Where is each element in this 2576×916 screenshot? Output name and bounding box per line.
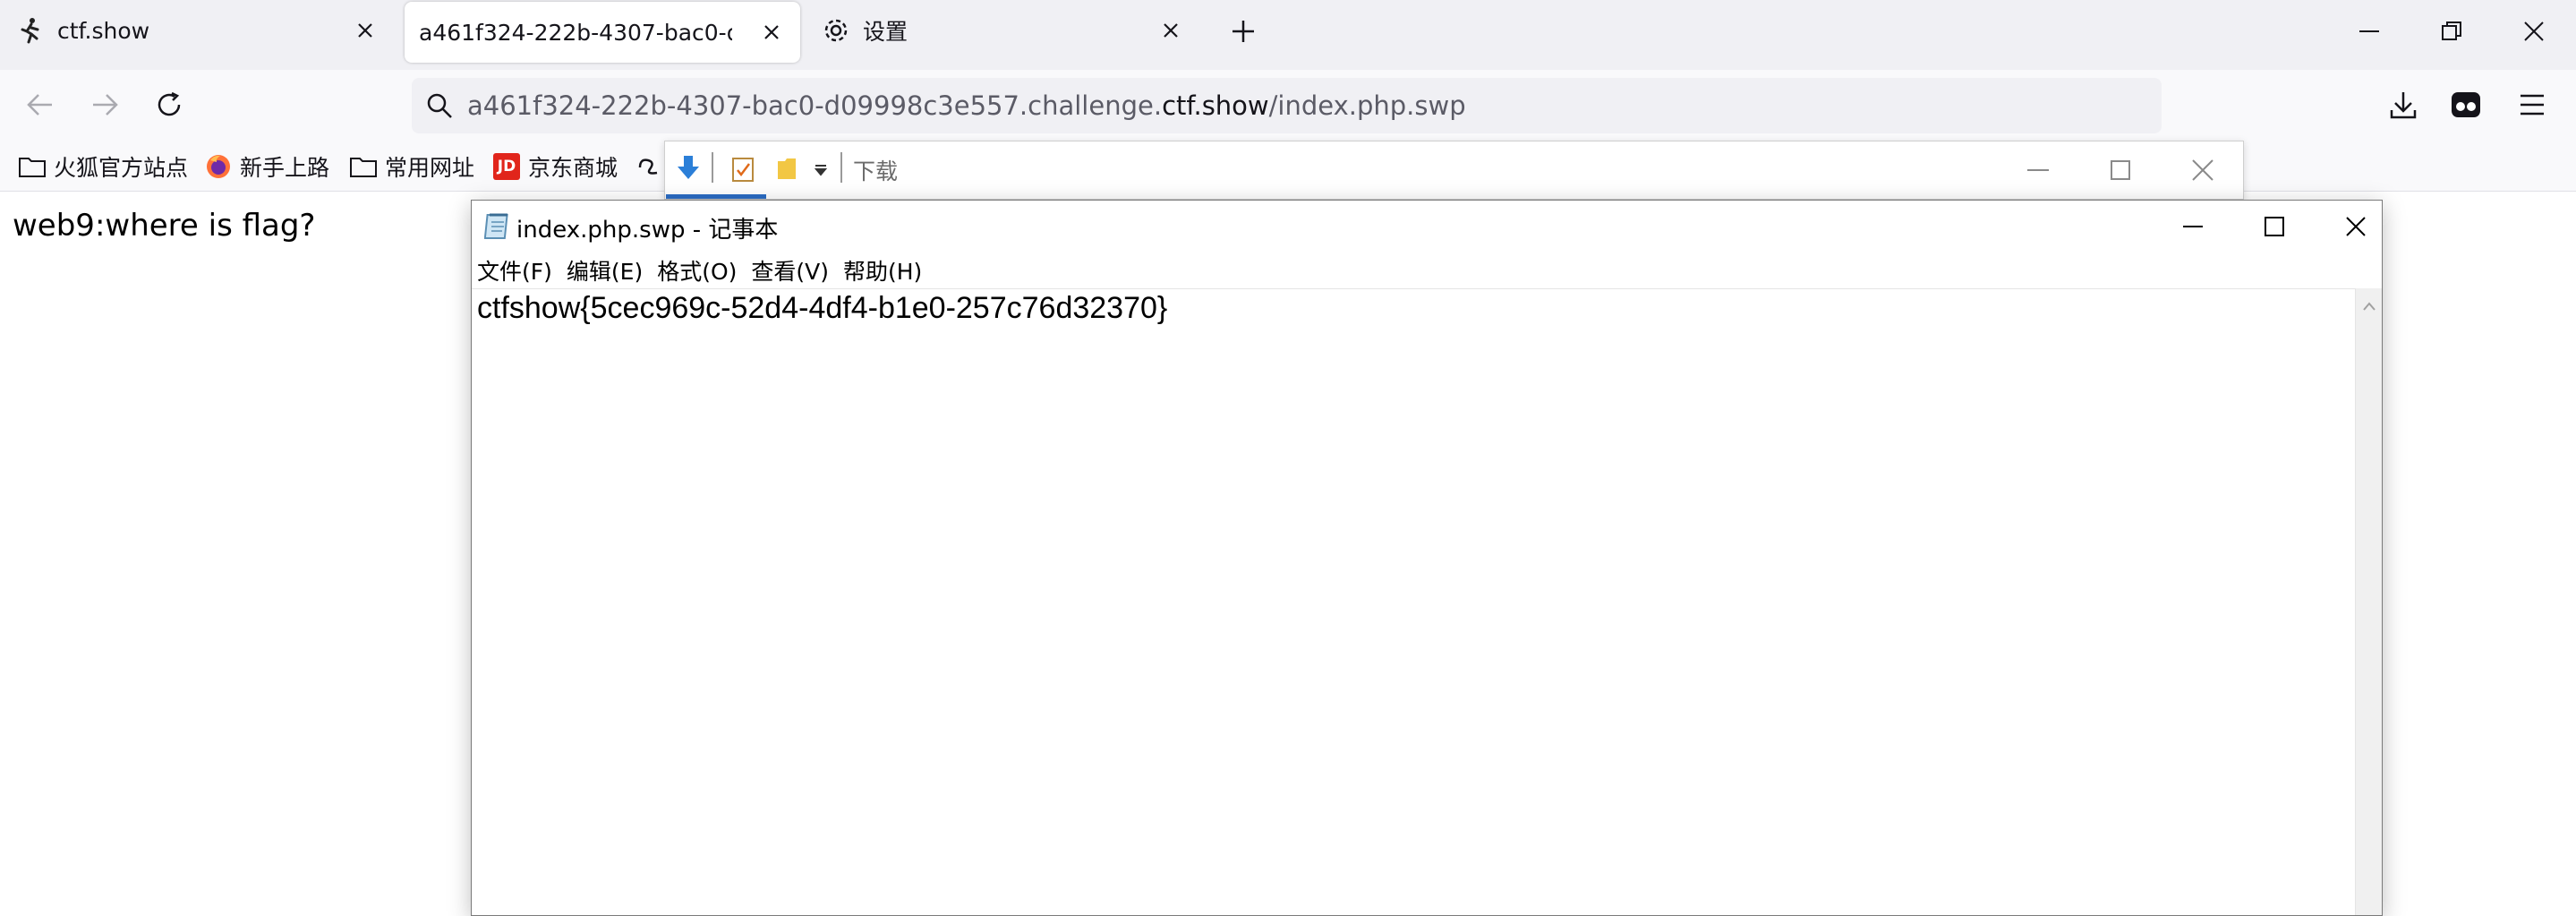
bookmark-label: 常用网址 xyxy=(385,155,475,181)
close-tab-icon[interactable] xyxy=(349,14,381,47)
page-heading: web9:where is flag? xyxy=(13,208,316,244)
window-title: 下载 xyxy=(853,158,899,184)
bookmark-firefox-site[interactable]: 火狐官方站点 xyxy=(18,149,188,184)
bookmark-overflow-icon[interactable] xyxy=(637,149,661,184)
download-arrow-icon xyxy=(676,154,701,186)
menu-format[interactable]: 格式(O) xyxy=(657,254,737,287)
notepad-text-area[interactable]: ctfshow{5cec969c-52d4-4df4-b1e0-257c76d3… xyxy=(472,288,2355,915)
bookmark-label: 京东商城 xyxy=(528,155,618,181)
minimize-window-button[interactable] xyxy=(2018,152,2058,188)
tab-ctfshow[interactable]: ctf.show xyxy=(0,0,394,61)
jd-icon: JD xyxy=(492,152,521,181)
menu-edit[interactable]: 编辑(E) xyxy=(567,254,643,287)
minimize-window-button[interactable] xyxy=(2347,9,2392,54)
notepad-menubar: 文件(F) 编辑(E) 格式(O) 查看(V) 帮助(H) xyxy=(472,253,2382,288)
vertical-scrollbar[interactable] xyxy=(2355,288,2382,915)
bookmark-common-sites[interactable]: 常用网址 xyxy=(349,149,474,184)
reload-button[interactable] xyxy=(147,82,192,127)
url-text: a461f324-222b-4307-bac0-d09998c3e557.cha… xyxy=(467,90,1466,121)
notepad-window: index.php.swp - 记事本 文件(F) 编辑(E) 格式(O) 查看… xyxy=(471,200,2383,916)
bookmark-jd-mall[interactable]: JD 京东商城 xyxy=(492,149,618,184)
notepad-titlebar[interactable]: index.php.swp - 记事本 xyxy=(472,201,2382,253)
bookmark-getting-started[interactable]: 新手上路 xyxy=(204,149,329,184)
tab-title: ctf.show xyxy=(57,17,150,44)
forward-button[interactable] xyxy=(82,82,127,127)
chevron-down-icon[interactable] xyxy=(814,163,828,180)
chevron-up-icon[interactable] xyxy=(2363,297,2376,314)
back-button[interactable] xyxy=(18,82,63,127)
folder-icon xyxy=(349,152,378,181)
jd-badge: JD xyxy=(493,153,520,180)
menu-view[interactable]: 查看(V) xyxy=(751,254,829,287)
divider xyxy=(712,152,713,183)
url-prefix: a461f324-222b-4307-bac0-d09998c3e557.cha… xyxy=(467,90,1163,121)
close-tab-icon[interactable] xyxy=(755,16,788,48)
maximize-window-button[interactable] xyxy=(2243,206,2306,247)
maximize-window-button[interactable] xyxy=(2101,152,2140,188)
runner-icon xyxy=(16,16,45,45)
downloads-button[interactable] xyxy=(2381,82,2426,127)
tab-strip: ctf.show a461f324-222b-4307-bac0-d0998c3… xyxy=(0,0,2576,70)
url-host: ctf.show xyxy=(1162,90,1269,121)
menu-help[interactable]: 帮助(H) xyxy=(843,254,922,287)
tab-title: a461f324-222b-4307-bac0-d0998c3e557 xyxy=(419,19,732,46)
ribbon-accent xyxy=(666,194,766,199)
tab-settings[interactable]: 设置 xyxy=(806,0,1199,61)
new-tab-button[interactable] xyxy=(1221,9,1266,54)
url-path: /index.php.swp xyxy=(1268,90,1466,121)
restore-window-button[interactable] xyxy=(2429,9,2474,54)
firefox-icon xyxy=(204,152,233,181)
close-window-button[interactable] xyxy=(2183,152,2222,188)
bookmark-label: 新手上路 xyxy=(240,155,330,181)
tab-challenge[interactable]: a461f324-222b-4307-bac0-d0998c3e557 xyxy=(405,2,800,63)
search-icon xyxy=(426,92,453,119)
close-window-button[interactable] xyxy=(2512,9,2556,54)
close-tab-icon[interactable] xyxy=(1155,14,1187,47)
notepad-icon xyxy=(483,211,511,244)
downloads-folder-window: 下载 xyxy=(664,141,2244,200)
gear-icon xyxy=(822,16,850,45)
address-bar[interactable]: a461f324-222b-4307-bac0-d09998c3e557.cha… xyxy=(412,78,2162,133)
minimize-window-button[interactable] xyxy=(2162,206,2224,247)
close-window-button[interactable] xyxy=(2324,206,2387,247)
bookmark-label: 火狐官方站点 xyxy=(54,155,189,181)
folder-icon xyxy=(18,152,47,181)
new-folder-icon[interactable] xyxy=(776,156,798,184)
menu-icon[interactable] xyxy=(2510,82,2555,127)
tab-title: 设置 xyxy=(863,19,908,45)
properties-icon[interactable] xyxy=(731,156,755,186)
notepad-title: index.php.swp - 记事本 xyxy=(516,217,779,244)
menu-file[interactable]: 文件(F) xyxy=(477,254,552,287)
extension-icon[interactable] xyxy=(2444,82,2488,127)
navigation-toolbar: a461f324-222b-4307-bac0-d09998c3e557.cha… xyxy=(0,70,2576,141)
divider xyxy=(840,152,842,183)
